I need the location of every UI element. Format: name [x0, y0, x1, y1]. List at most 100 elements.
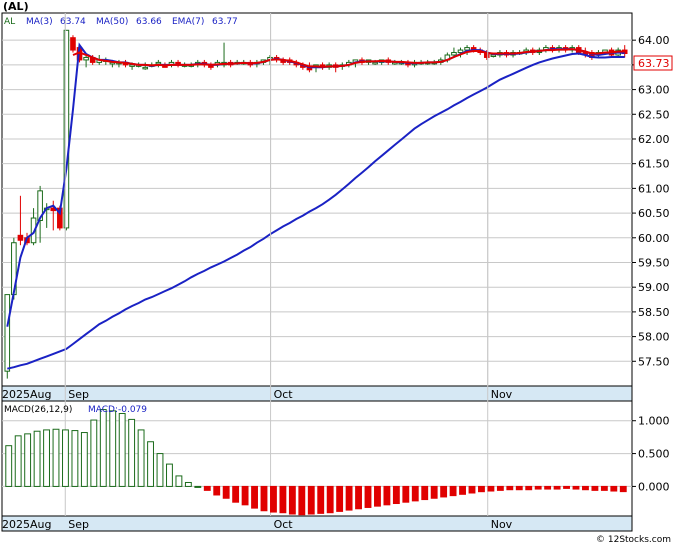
macd-bar	[288, 485, 296, 515]
macd-bar	[298, 485, 306, 516]
price-panel: 64.0063.5063.0062.5062.0061.5061.0060.50…	[1, 0, 673, 402]
price-tag: 63.73	[633, 55, 673, 71]
macd-bar	[203, 485, 211, 491]
macd-bar	[402, 485, 410, 503]
macd-bar	[90, 419, 98, 487]
price-tick-label: 62.50	[638, 108, 670, 121]
macd-bar	[544, 485, 552, 490]
legend-ma50-label: MA(50)	[96, 17, 128, 27]
macd-bar	[610, 485, 618, 492]
price-tick-label: 60.50	[638, 207, 670, 220]
macd-bar	[515, 485, 523, 491]
candle-body	[70, 37, 76, 51]
macd-bar	[430, 485, 438, 499]
macd-bar	[307, 485, 315, 515]
candle-body	[17, 234, 24, 241]
macd-bar	[487, 485, 495, 492]
legend-ma3-value: 63.74	[60, 17, 86, 27]
macd-legend-label: MACD(26,12,9)	[4, 405, 72, 415]
price-date-label: Sep	[68, 388, 89, 401]
macd-bar	[383, 485, 391, 506]
macd-date-band	[1, 515, 633, 532]
price-tick-label: 64.00	[638, 34, 670, 47]
candle-body	[4, 294, 11, 372]
macd-bar	[563, 485, 570, 489]
macd-legend-hist-label: MACD:	[88, 405, 118, 415]
macd-date-label: Sep	[68, 518, 89, 531]
macd-bar	[459, 485, 466, 495]
macd-bar	[166, 463, 173, 487]
macd-bar	[99, 409, 107, 487]
macd-bar	[80, 432, 88, 487]
candle-body	[490, 54, 497, 57]
macd-bar	[128, 418, 136, 487]
macd-bar	[553, 485, 561, 490]
price-tick-label: 59.50	[638, 256, 670, 269]
macd-bar	[392, 485, 400, 505]
macd-bar	[62, 429, 69, 487]
macd-bar	[279, 485, 287, 514]
watermark: © 12Stocks.com	[596, 535, 671, 545]
legend-ticker: AL	[4, 17, 15, 27]
macd-bar	[317, 485, 325, 514]
macd-bar	[468, 485, 476, 494]
macd-bar	[251, 485, 258, 509]
macd-bar	[600, 485, 608, 491]
macd-bar	[326, 485, 334, 514]
price-tick-label: 57.50	[638, 355, 670, 368]
macd-bar	[232, 485, 240, 503]
price-tick-label: 61.50	[638, 158, 670, 171]
macd-bar	[619, 485, 627, 493]
macd-bar	[5, 445, 13, 487]
legend-ma50-value: 63.66	[136, 17, 162, 27]
macd-tick-label: 0.500	[638, 448, 670, 461]
macd-tick-label: 1.000	[638, 415, 670, 428]
price-date-label: Oct	[274, 388, 294, 401]
macd-bar	[52, 428, 60, 487]
candle-body	[464, 47, 470, 51]
macd-date-label: Oct	[274, 518, 294, 531]
macd-bar	[14, 435, 22, 487]
macd-date-label: 2025Aug	[2, 518, 51, 531]
legend-ema7-value: 63.77	[212, 17, 238, 27]
candle-body	[451, 52, 457, 56]
macd-bar	[175, 475, 183, 487]
candle-body	[372, 61, 378, 65]
macd-bar	[260, 485, 268, 512]
macd-bar	[213, 485, 221, 496]
macd-date-label: Nov	[491, 518, 513, 531]
price-date-band	[1, 385, 633, 402]
macd-bar	[525, 485, 533, 491]
macd-bar	[572, 485, 580, 490]
macd-bar	[109, 410, 117, 487]
ticker-title: (AL)	[3, 0, 29, 13]
price-y-axis: 64.0063.5063.0062.5062.0061.5061.0060.50…	[632, 34, 670, 368]
price-tick-label: 63.00	[638, 84, 670, 97]
macd-bar	[241, 485, 249, 506]
candle-body	[83, 56, 89, 61]
price-tick-label: 59.00	[638, 281, 670, 294]
stock-chart: 64.0063.5063.0062.5062.0061.5061.0060.50…	[1, 0, 673, 545]
macd-bar	[355, 485, 362, 510]
macd-bar	[24, 433, 32, 487]
price-tick-label: 58.50	[638, 306, 670, 319]
legend-ema7-label: EMA(7)	[172, 17, 204, 27]
macd-tick-label: 0.000	[638, 480, 670, 493]
macd-bar	[421, 485, 429, 501]
macd-bar	[374, 485, 381, 507]
macd-bar	[496, 485, 504, 491]
price-date-label: 2025Aug	[2, 388, 51, 401]
macd-bar	[147, 441, 154, 487]
candle-body	[142, 66, 149, 70]
candle-body	[457, 49, 464, 54]
macd-bar	[270, 485, 277, 513]
price-tick-label: 61.00	[638, 182, 670, 195]
macd-bar	[345, 485, 353, 511]
macd-bar	[411, 485, 419, 502]
price-tick-label: 58.00	[638, 331, 670, 344]
macd-bar	[194, 485, 202, 488]
macd-bar	[222, 485, 230, 499]
macd-bar	[156, 453, 164, 487]
macd-bar	[33, 430, 41, 487]
macd-bar	[440, 485, 448, 498]
